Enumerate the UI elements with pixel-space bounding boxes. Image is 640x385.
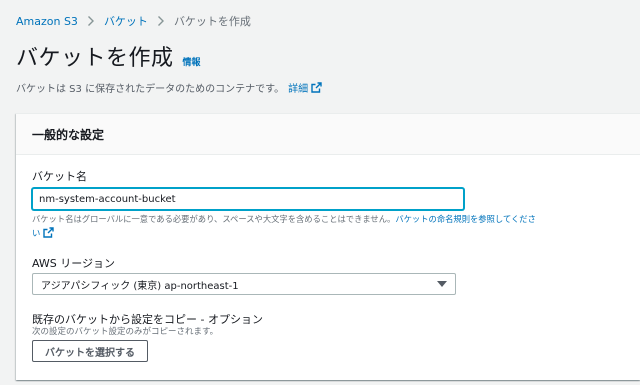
naming-rules-link-label-cont: い — [32, 228, 41, 238]
bucket-name-hint-text: バケット名はグローバルに一意である必要があり、スペースや大文字を含めることはでき… — [32, 214, 396, 224]
info-link[interactable]: 情報 — [183, 55, 201, 68]
general-settings-panel: 一般的な設定 バケット名 バケット名はグローバルに一意である必要があり、スペース… — [16, 113, 640, 380]
page-title: バケットを作成 — [16, 46, 174, 71]
naming-rules-link-label: バケットの命名規則を参照してくださ — [395, 214, 536, 224]
bucket-name-hint: バケット名はグローバルに一意である必要があり、スペースや大文字を含めることはでき… — [32, 212, 592, 240]
breadcrumb-item-buckets[interactable]: バケット — [104, 13, 148, 29]
page-description: バケットは S3 に保存されたデータのためのコンテナです。 詳細 — [16, 80, 322, 95]
aws-region-selected-value: アジアパシフィック (東京) ap-northeast-1 — [41, 280, 239, 292]
external-link-icon — [43, 227, 55, 238]
breadcrumb-item-current: バケットを作成 — [173, 15, 251, 28]
bucket-name-label: バケット名 — [32, 170, 87, 183]
aws-region-select[interactable]: アジアパシフィック (東京) ap-northeast-1 — [32, 273, 456, 295]
chevron-right-icon — [85, 15, 97, 27]
details-link[interactable]: 詳細 — [288, 80, 322, 95]
panel-header: 一般的な設定 — [16, 114, 640, 155]
bucket-name-input[interactable] — [32, 188, 464, 210]
page-header: バケットを作成 情報 — [16, 44, 201, 74]
aws-region-label: AWS リージョン — [32, 257, 116, 270]
copy-settings-hint: 次の設定のバケット設定のみがコピーされます。 — [32, 327, 219, 337]
description-text: バケットは S3 に保存されたデータのためのコンテナです。 — [16, 84, 285, 95]
breadcrumb: Amazon S3 バケット バケットを作成 — [16, 12, 251, 30]
panel-title: 一般的な設定 — [32, 127, 105, 142]
choose-bucket-button[interactable]: バケットを選択する — [32, 340, 148, 362]
details-link-label: 詳細 — [288, 84, 309, 95]
chevron-right-icon — [155, 15, 167, 27]
caret-down-icon — [437, 281, 447, 287]
external-link-icon — [311, 82, 322, 93]
breadcrumb-item-amazon-s3[interactable]: Amazon S3 — [16, 15, 78, 28]
